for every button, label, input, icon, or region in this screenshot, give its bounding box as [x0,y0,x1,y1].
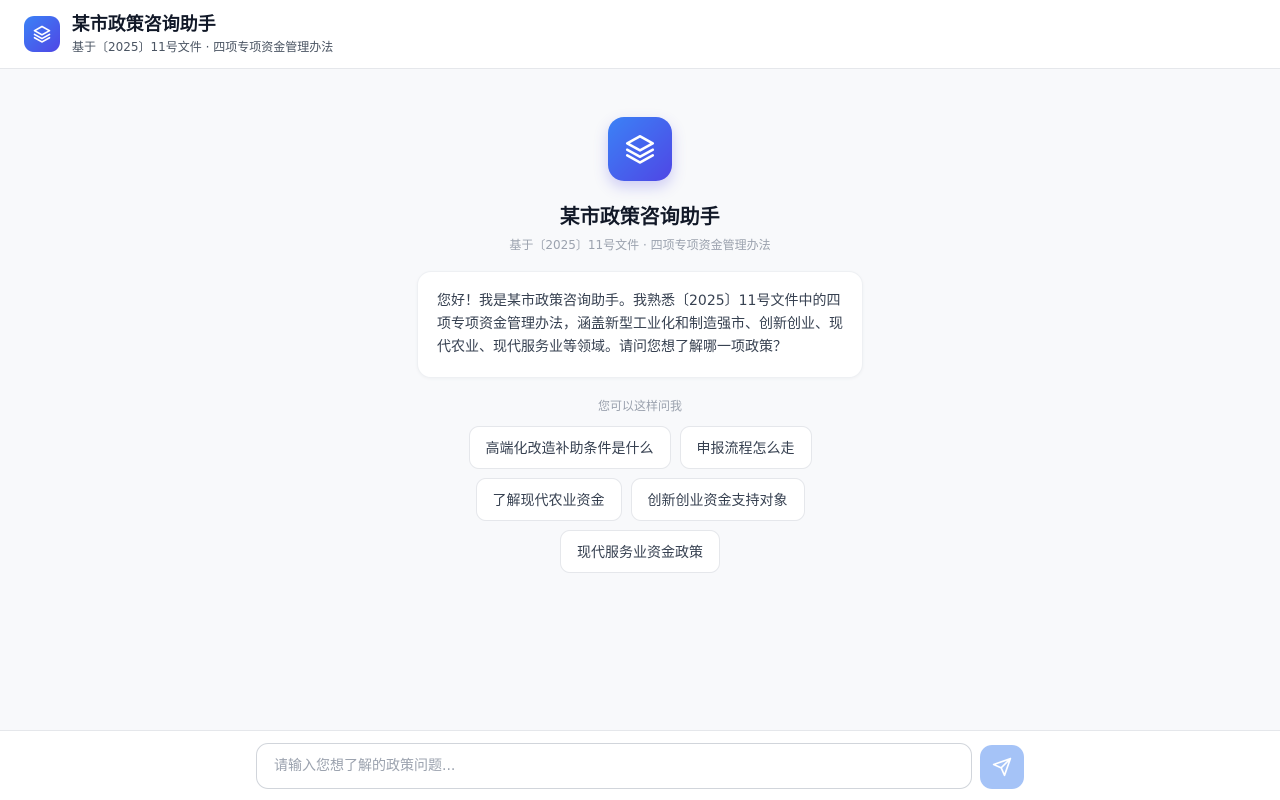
composer-bar [0,730,1280,800]
welcome-subtitle: 基于〔2025〕11号文件 · 四项专项资金管理办法 [509,238,771,252]
assistant-message: 您好！我是某市政策咨询助手。我熟悉〔2025〕11号文件中的四项专项资金管理办法… [417,271,863,378]
layers-icon [625,134,655,164]
app-logo [24,16,60,52]
message-input[interactable] [256,743,972,789]
suggestion-chip[interactable]: 创新创业资金支持对象 [630,478,805,521]
welcome-logo [608,117,672,181]
suggestions-hint: 您可以这样问我 [597,399,682,413]
layers-icon [33,25,51,43]
suggestion-chip[interactable]: 现代服务业资金政策 [560,530,720,573]
suggestion-chip[interactable]: 高端化改造补助条件是什么 [468,426,671,469]
suggestion-chip[interactable]: 了解现代农业资金 [475,478,622,521]
suggestion-list: 高端化改造补助条件是什么 申报流程怎么走 了解现代农业资金 创新创业资金支持对象… [468,426,812,573]
app-title: 某市政策咨询助手 [72,14,216,35]
suggestion-chip[interactable]: 申报流程怎么走 [679,426,812,469]
app-subtitle: 基于〔2025〕11号文件 · 四项专项资金管理办法 [72,40,334,54]
send-icon [992,757,1012,777]
welcome-title: 某市政策咨询助手 [560,204,720,228]
app-header: 某市政策咨询助手 基于〔2025〕11号文件 · 四项专项资金管理办法 [0,0,1280,69]
send-button[interactable] [980,745,1024,789]
chat-area: 某市政策咨询助手 基于〔2025〕11号文件 · 四项专项资金管理办法 您好！我… [0,69,1280,730]
